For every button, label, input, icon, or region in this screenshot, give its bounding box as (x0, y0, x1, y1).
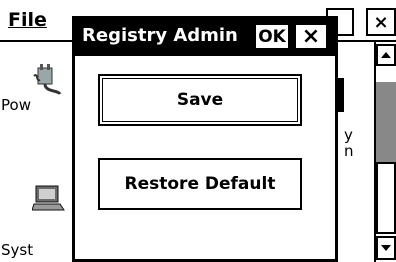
save-button[interactable]: Save (98, 74, 302, 126)
file-menu[interactable]: File (8, 9, 47, 31)
dialog-title: Registry Admin (82, 25, 238, 46)
ok-button[interactable]: OK (254, 23, 290, 50)
arrow-up-icon (381, 52, 391, 58)
background-icon-fragment (338, 78, 344, 112)
background-item-label: Syst (1, 241, 34, 259)
background-close-button[interactable]: × (366, 8, 396, 36)
scroll-thumb[interactable] (376, 82, 396, 162)
close-icon: × (373, 11, 389, 33)
scroll-down-button[interactable] (376, 236, 396, 260)
scroll-track[interactable] (376, 162, 396, 234)
close-icon: × (301, 24, 321, 49)
scroll-up-button[interactable] (376, 44, 396, 66)
system-computer-icon[interactable] (31, 182, 66, 212)
arrow-down-icon (381, 245, 391, 251)
background-text-fragment: n (344, 142, 354, 160)
close-button[interactable]: × (294, 23, 328, 50)
power-plug-icon[interactable] (30, 62, 64, 96)
restore-default-button[interactable]: Restore Default (98, 158, 302, 210)
file-menu-label: File (8, 9, 47, 31)
background-item-label: Pow (1, 96, 31, 114)
